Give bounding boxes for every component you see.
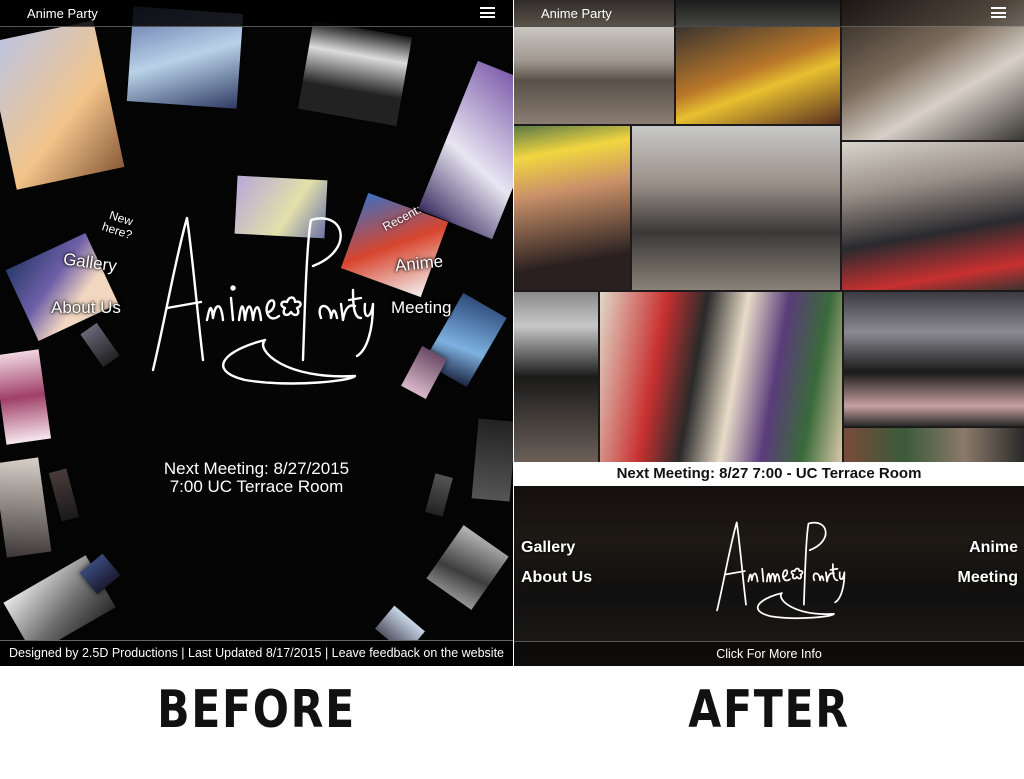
after-top-bar: Anime Party	[514, 0, 1024, 27]
photo-dark-cosplay	[514, 292, 598, 462]
hamburger-menu-icon[interactable]	[991, 7, 1006, 18]
photo-dance-room	[514, 27, 674, 124]
anime-link[interactable]: Anime	[394, 252, 444, 277]
more-info-footer[interactable]: Click For More Info	[514, 641, 1024, 666]
anime-image	[417, 60, 513, 240]
hamburger-menu-icon[interactable]	[480, 7, 495, 18]
before-caption: BEFORE	[157, 680, 356, 740]
meeting-link[interactable]: Meeting	[958, 569, 1018, 587]
after-screenshot: Anime Party Next Meeting: 8/27 7:00 - UC…	[514, 0, 1024, 666]
meeting-link[interactable]: Meeting	[391, 298, 451, 318]
anime-image	[5, 233, 119, 341]
photo-crowd	[844, 428, 1024, 462]
next-meeting-place: 7:00 UC Terrace Room	[169, 477, 344, 496]
about-us-link[interactable]: About Us	[51, 298, 121, 318]
before-screenshot: Anime Party New here? Recent: Gallery Ab…	[0, 0, 513, 666]
photo-dj-booth	[844, 292, 1024, 426]
anime-image	[0, 349, 52, 445]
site-title[interactable]: Anime Party	[541, 6, 612, 21]
photo-pikachu-cosplay	[514, 126, 630, 290]
photo-joker-harley	[600, 292, 842, 462]
photo-dancing-group	[632, 126, 840, 290]
photo-table-gaming	[842, 142, 1024, 290]
site-title[interactable]: Anime Party	[27, 6, 98, 21]
about-us-link[interactable]: About Us	[521, 569, 592, 587]
before-top-bar: Anime Party	[0, 0, 513, 27]
anime-party-logo	[151, 216, 375, 385]
photo-game-table	[676, 27, 840, 124]
anime-link[interactable]: Anime	[969, 539, 1018, 557]
next-meeting-banner: Next Meeting: 8/27 7:00 - UC Terrace Roo…	[514, 462, 1024, 486]
gallery-link[interactable]: Gallery	[521, 539, 575, 557]
anime-image	[0, 20, 125, 190]
anime-party-logo	[716, 521, 846, 620]
new-here-label: New here?	[100, 207, 135, 243]
next-meeting-date: Next Meeting: 8/27/2015	[163, 459, 350, 478]
after-caption: AFTER	[688, 680, 850, 740]
anime-image	[426, 525, 509, 610]
anime-image	[80, 322, 120, 368]
next-meeting-info: Next Meeting: 8/27/2015 7:00 UC Terrace …	[0, 460, 513, 496]
before-footer: Designed by 2.5D Productions | Last Upda…	[0, 640, 513, 666]
anime-image	[297, 20, 413, 126]
